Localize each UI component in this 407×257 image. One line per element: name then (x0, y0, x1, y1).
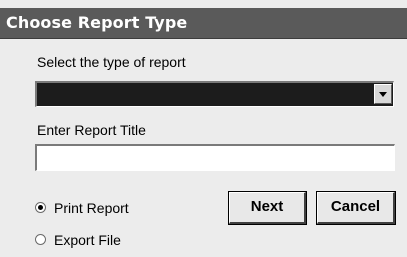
dropdown-arrow-button[interactable] (374, 84, 392, 104)
report-type-dropdown[interactable] (35, 81, 394, 107)
next-button[interactable]: Next (228, 191, 307, 225)
print-report-radio[interactable] (35, 202, 46, 213)
export-file-label: Export File (54, 232, 121, 248)
report-title-input[interactable] (35, 144, 395, 171)
cancel-button[interactable]: Cancel (316, 191, 396, 225)
report-type-label: Select the type of report (37, 54, 186, 70)
chevron-down-icon (379, 92, 387, 97)
choose-report-type-dialog: Choose Report Type Select the type of re… (0, 0, 407, 257)
export-file-radio[interactable] (35, 234, 46, 245)
dialog-titlebar: Choose Report Type (0, 8, 407, 39)
print-report-label: Print Report (54, 200, 129, 216)
dialog-title: Choose Report Type (6, 13, 188, 32)
report-title-label: Enter Report Title (37, 122, 146, 138)
